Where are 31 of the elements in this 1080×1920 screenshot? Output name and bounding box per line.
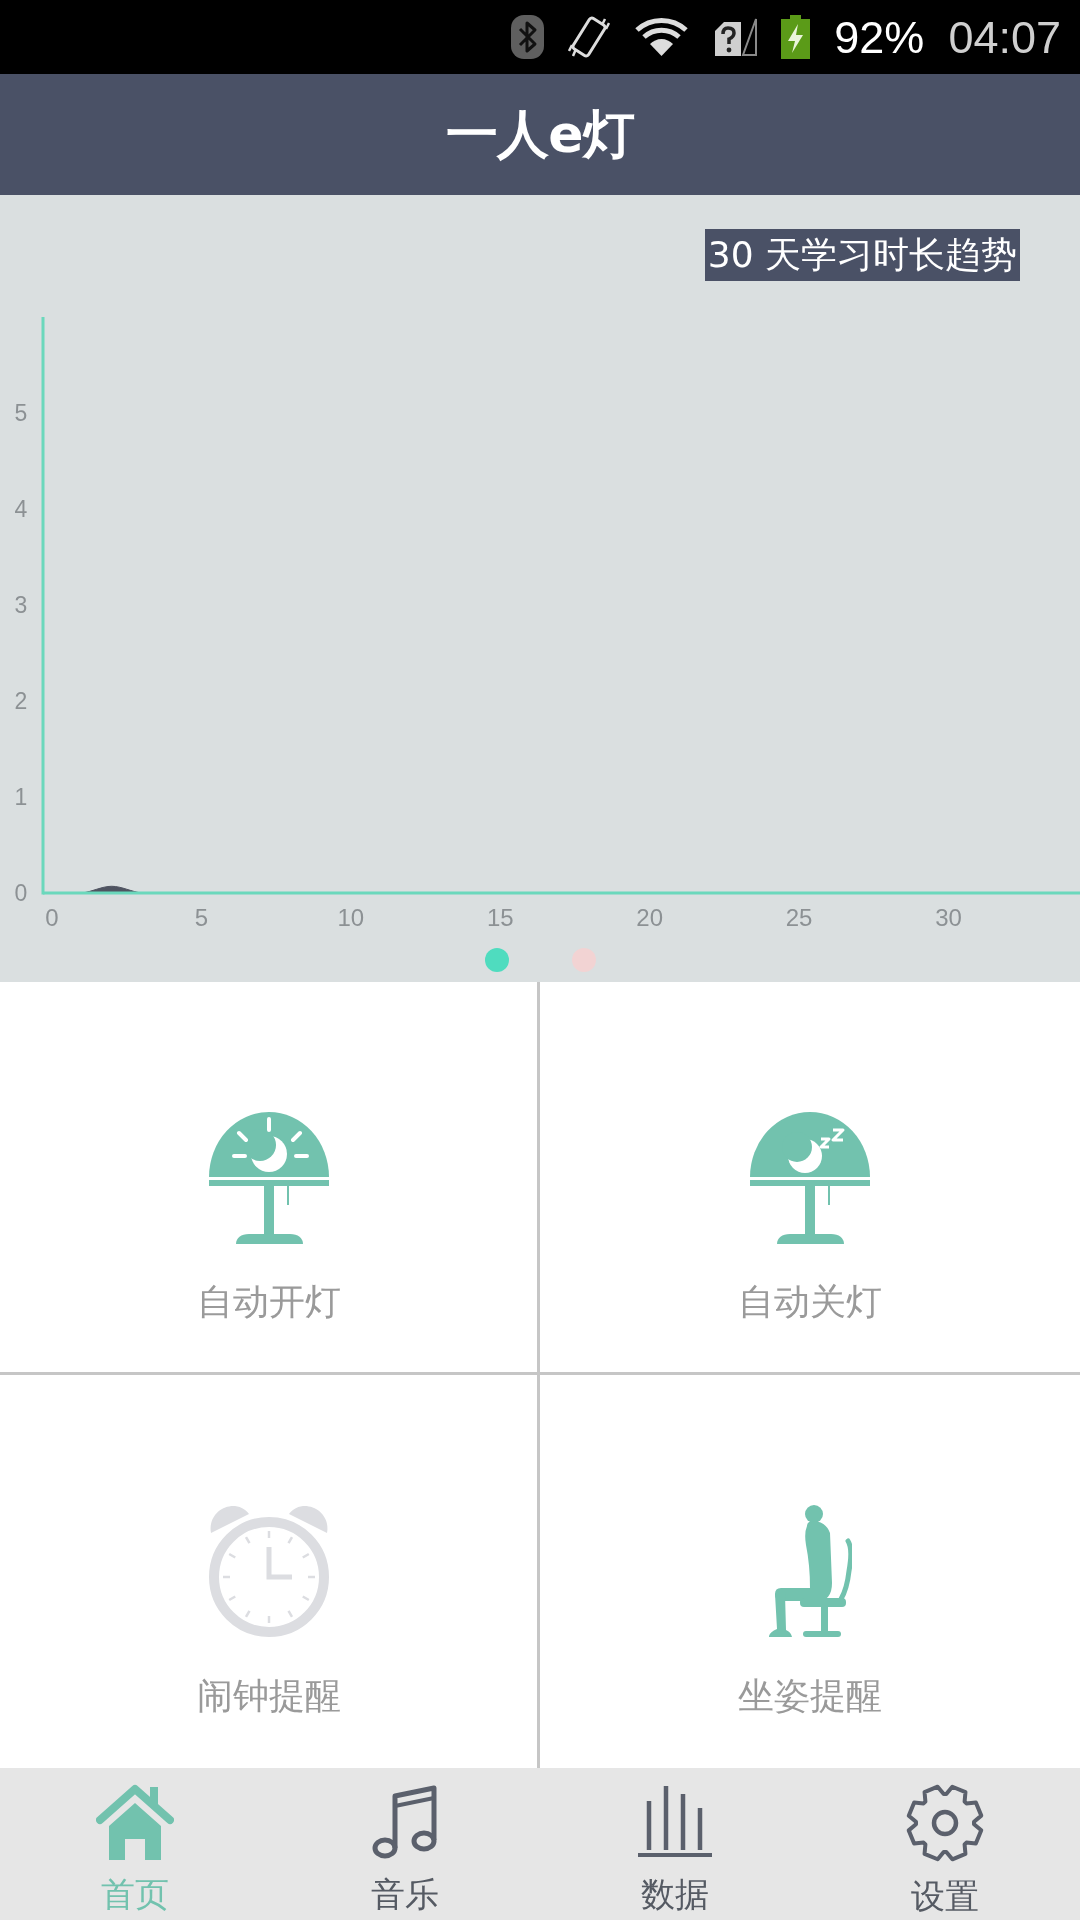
x-tick-label: 10 <box>337 904 365 931</box>
bar-chart-icon <box>638 1784 712 1860</box>
y-tick-label: 5 <box>14 400 28 426</box>
nav-tab[interactable]: 音乐 <box>270 1768 540 1920</box>
music-note-icon <box>372 1784 438 1860</box>
y-tick-label: 1 <box>14 784 28 810</box>
app-title: 一人e灯 <box>446 105 634 164</box>
wifi-icon <box>634 17 690 57</box>
x-tick-label: 15 <box>486 904 514 931</box>
battery-percentage: 92% <box>834 14 925 60</box>
chart-title: 30 天学习时长趋势 <box>704 229 1020 281</box>
y-tick-label: 2 <box>14 688 28 714</box>
bluetooth-icon <box>511 15 545 59</box>
x-tick-label: 25 <box>785 904 813 931</box>
nav-tab[interactable]: 首页 <box>0 1768 270 1920</box>
clock-time: 04:07 <box>948 14 1061 60</box>
y-tick-label: 3 <box>14 592 28 618</box>
nav-tab[interactable]: 数据 <box>540 1768 810 1920</box>
feature-button[interactable]: 自动开灯 <box>0 982 540 1375</box>
nav-tab[interactable]: 设置 <box>810 1768 1080 1920</box>
x-tick-label: 30 <box>935 904 962 931</box>
sim-card-icon <box>713 17 758 57</box>
home-icon <box>96 1784 174 1860</box>
x-tick-label: 20 <box>636 904 663 931</box>
x-tick-label: 5 <box>194 904 209 931</box>
battery-icon <box>781 15 811 59</box>
y-tick-label: 0 <box>14 880 28 906</box>
x-tick-label: 0 <box>45 904 59 931</box>
vibrate-icon <box>568 15 611 59</box>
settings-icon <box>906 1784 984 1862</box>
y-tick-label: 4 <box>14 496 28 522</box>
